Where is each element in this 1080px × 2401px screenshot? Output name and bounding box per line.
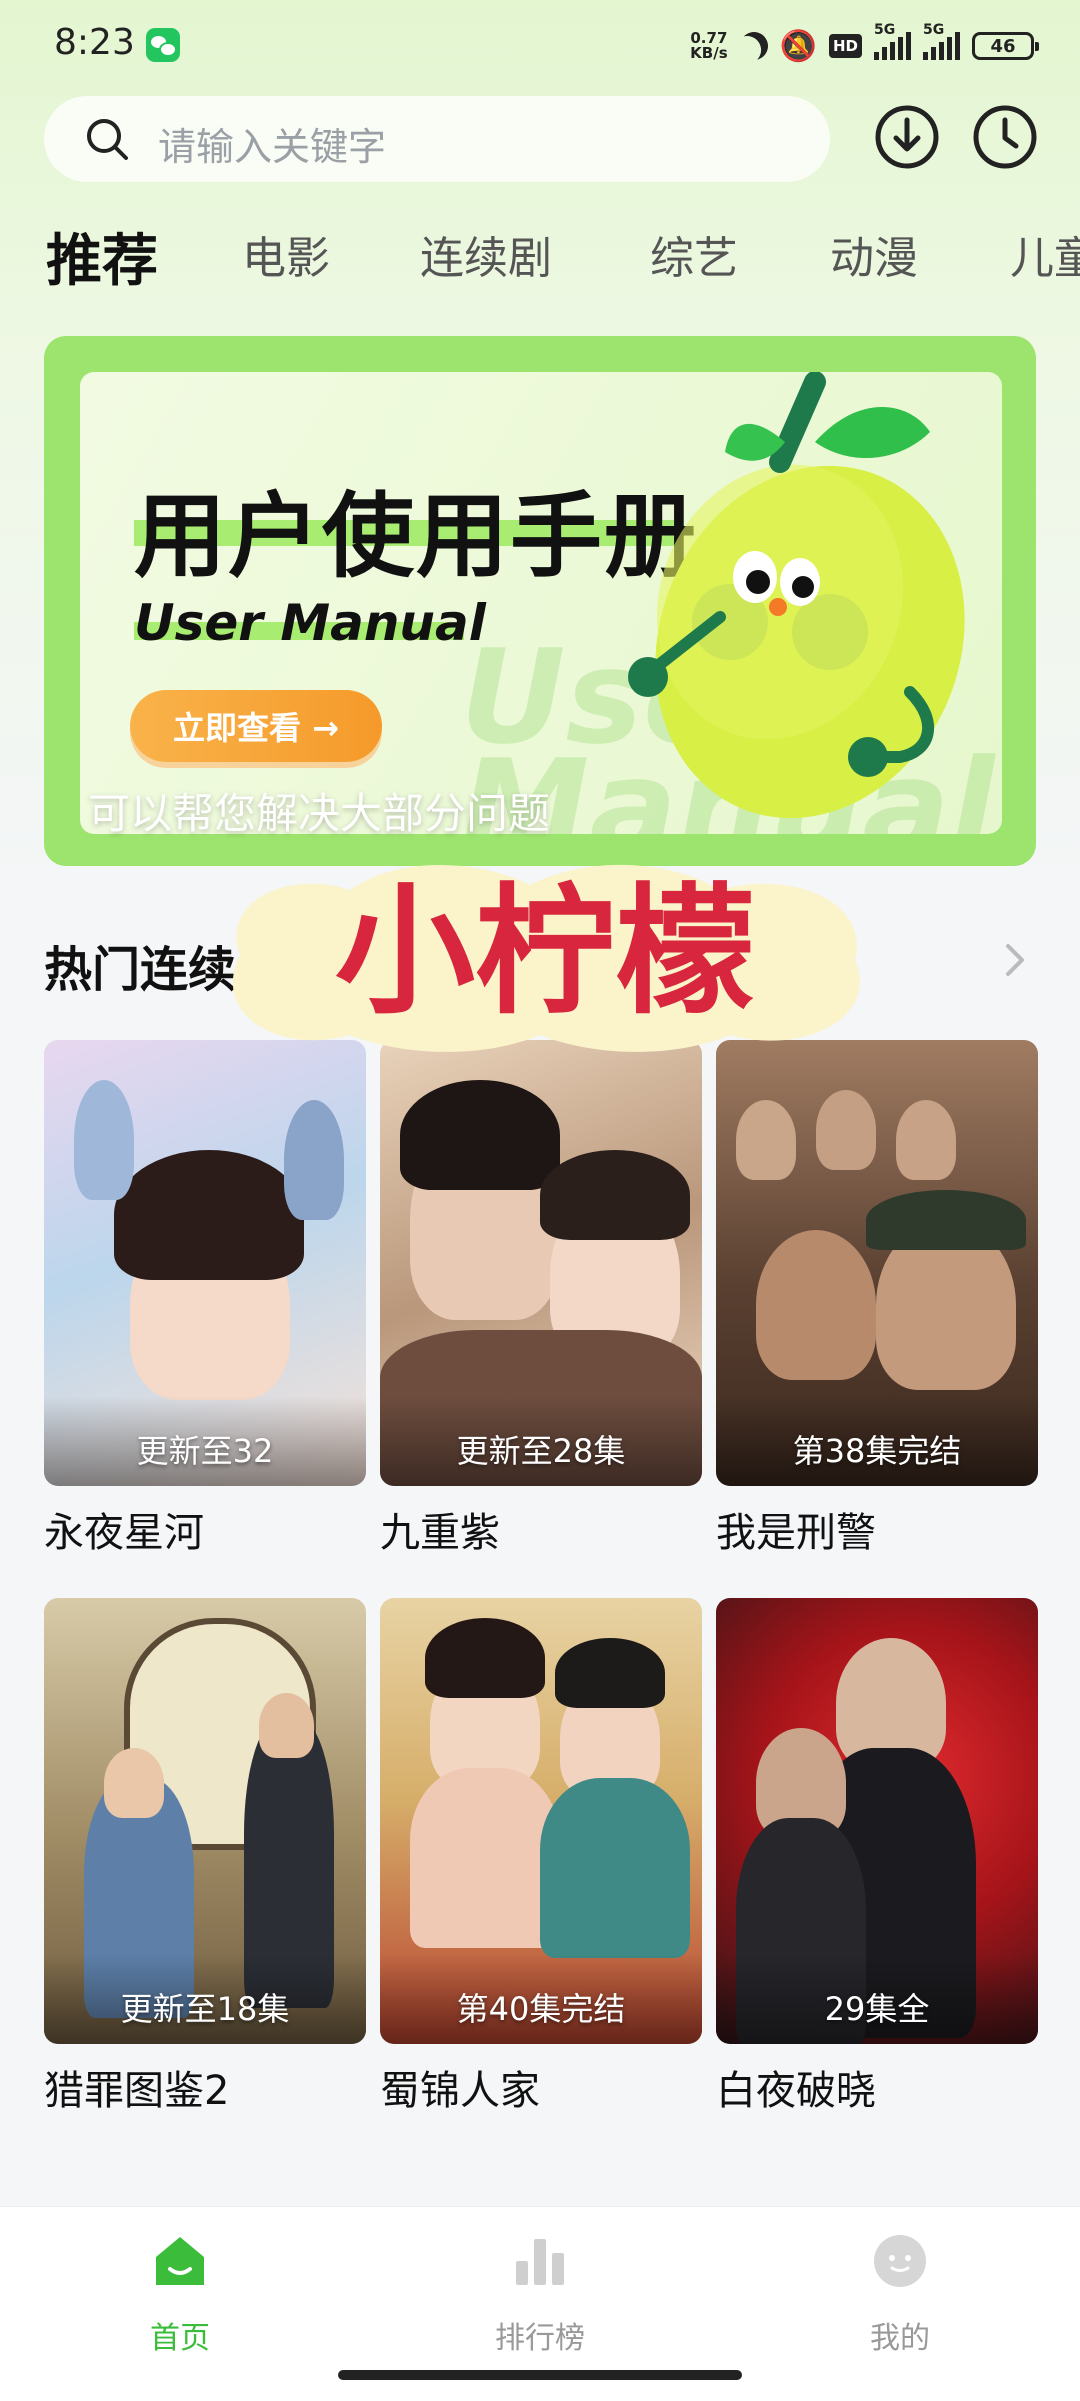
- status-bar: 8:23 0.77 KB/s 🔕 HD 5G 5G 46: [0, 0, 1080, 96]
- wechat-notification-icon: [146, 28, 180, 62]
- sim2-network-label: 5G: [923, 22, 945, 38]
- status-icons: 0.77 KB/s 🔕 HD 5G 5G 46: [690, 22, 1039, 66]
- tab-series[interactable]: 连续剧: [420, 222, 552, 286]
- home-indicator[interactable]: [338, 2370, 742, 2380]
- nav-ranking-label: 排行榜: [495, 2321, 585, 2356]
- show-poster: 29集全: [716, 1598, 1038, 2044]
- show-card[interactable]: 更新至18集 猎罪图鉴2: [44, 1598, 366, 2116]
- tab-recommend[interactable]: 推荐: [46, 216, 158, 296]
- profile-icon: [874, 2235, 926, 2287]
- search-bar[interactable]: 请输入关键字: [44, 96, 830, 182]
- show-poster: 第38集完结: [716, 1040, 1038, 1486]
- ranking-icon: [516, 2239, 564, 2285]
- search-input[interactable]: 请输入关键字: [158, 116, 386, 171]
- sticker-text: 小柠檬: [335, 871, 755, 1034]
- chevron-right-icon[interactable]: [1000, 940, 1030, 980]
- hd-voice-icon: HD: [828, 34, 862, 58]
- clock-icon: [973, 105, 1037, 169]
- tab-kids[interactable]: 儿童: [1010, 222, 1080, 286]
- show-card[interactable]: 更新至32 永夜星河: [44, 1040, 366, 1558]
- view-now-button[interactable]: 立即查看 →: [130, 690, 382, 762]
- show-card[interactable]: 第38集完结 我是刑警: [716, 1040, 1038, 1558]
- xiaoningmeng-watermark-sticker: 小柠檬: [232, 864, 860, 1052]
- mute-icon: 🔕: [779, 28, 817, 64]
- banner-subtitle: User Manual: [134, 594, 486, 652]
- episode-badge: 更新至32: [136, 1432, 274, 1470]
- episode-badge: 第38集完结: [792, 1432, 962, 1470]
- download-button[interactable]: [872, 102, 942, 172]
- tab-variety[interactable]: 综艺: [650, 222, 738, 286]
- show-title: 猎罪图鉴2: [44, 2068, 230, 2114]
- nav-home-label: 首页: [150, 2321, 210, 2356]
- show-card[interactable]: 第40集完结 蜀锦人家: [380, 1598, 702, 2116]
- lemon-mascot-illustration: [628, 372, 965, 819]
- home-icon: [156, 2237, 204, 2285]
- do-not-disturb-icon: [735, 27, 773, 65]
- download-icon: [875, 105, 939, 169]
- show-poster: 更新至18集: [44, 1598, 366, 2044]
- episode-badge: 第40集完结: [456, 1990, 626, 2028]
- tab-movies[interactable]: 电影: [242, 222, 330, 286]
- nav-profile[interactable]: 我的: [810, 2231, 990, 2357]
- banner-card: User Manual 用户使用手册 User Manual 立即查看 →: [80, 372, 1002, 834]
- category-tabs: 推荐 电影 连续剧 综艺 动漫 儿童: [46, 216, 1080, 296]
- history-button[interactable]: [970, 102, 1040, 172]
- show-title: 我是刑警: [716, 1510, 876, 1556]
- network-speed: 0.77 KB/s: [690, 31, 727, 61]
- search-icon: [87, 119, 128, 160]
- episode-badge: 更新至18集: [120, 1990, 290, 2028]
- show-poster: 更新至32: [44, 1040, 366, 1486]
- network-speed-unit: KB/s: [690, 44, 728, 62]
- show-title: 九重紫: [380, 1510, 500, 1556]
- signal-icon-sim2: 5G: [923, 22, 960, 60]
- show-poster: 更新至28集: [380, 1040, 702, 1486]
- battery-icon: 46: [972, 32, 1039, 60]
- nav-profile-label: 我的: [870, 2321, 930, 2356]
- sim1-network-label: 5G: [874, 22, 896, 38]
- nav-ranking[interactable]: 排行榜: [450, 2231, 630, 2357]
- show-title: 永夜星河: [44, 1510, 204, 1556]
- show-title: 白夜破晓: [716, 2068, 876, 2114]
- show-card[interactable]: 更新至28集 九重紫: [380, 1040, 702, 1558]
- episode-badge: 更新至28集: [456, 1432, 626, 1470]
- nav-home[interactable]: 首页: [90, 2231, 270, 2357]
- episode-badge: 29集全: [824, 1990, 930, 2028]
- tab-anime[interactable]: 动漫: [830, 222, 918, 286]
- signal-icon-sim1: 5G: [874, 22, 911, 60]
- show-poster: 第40集完结: [380, 1598, 702, 2044]
- banner-caption: 可以帮您解决大部分问题: [88, 789, 551, 838]
- status-time: 8:23: [54, 22, 135, 63]
- show-card[interactable]: 29集全 白夜破晓: [716, 1598, 1038, 2116]
- show-title: 蜀锦人家: [380, 2068, 540, 2114]
